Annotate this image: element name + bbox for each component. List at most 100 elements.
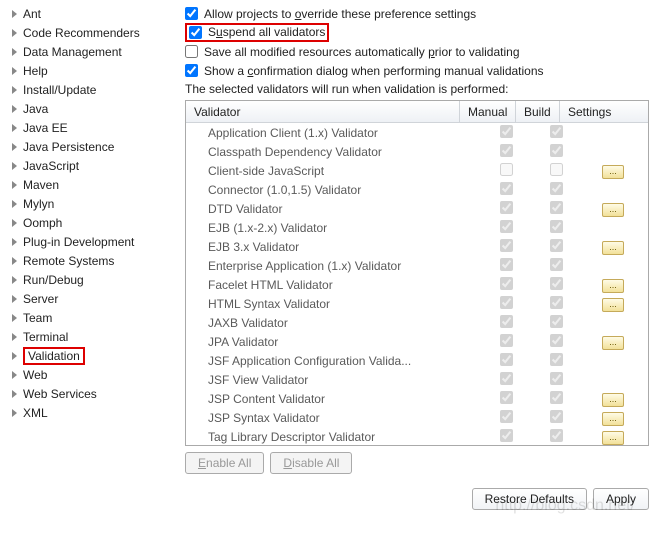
- manual-checkbox[interactable]: [500, 391, 513, 404]
- build-checkbox[interactable]: [550, 429, 563, 442]
- validator-name: Tag Library Descriptor Validator: [186, 430, 478, 444]
- tree-item-remote-systems[interactable]: Remote Systems: [6, 251, 175, 270]
- build-checkbox[interactable]: [550, 334, 563, 347]
- tree-item-xml[interactable]: XML: [6, 403, 175, 422]
- build-checkbox[interactable]: [550, 315, 563, 328]
- tree-item-code-recommenders[interactable]: Code Recommenders: [6, 23, 175, 42]
- settings-button[interactable]: ...: [602, 279, 624, 293]
- tree-item-validation[interactable]: Validation: [6, 346, 175, 365]
- build-checkbox[interactable]: [550, 144, 563, 157]
- table-row[interactable]: Enterprise Application (1.x) Validator: [186, 256, 648, 275]
- tree-item-ant[interactable]: Ant: [6, 4, 175, 23]
- tree-item-web-services[interactable]: Web Services: [6, 384, 175, 403]
- disable-all-button[interactable]: Disable All: [270, 452, 352, 474]
- settings-button[interactable]: ...: [602, 298, 624, 312]
- tree-item-java-ee[interactable]: Java EE: [6, 118, 175, 137]
- build-checkbox[interactable]: [550, 296, 563, 309]
- build-checkbox[interactable]: [550, 163, 563, 176]
- manual-checkbox[interactable]: [500, 125, 513, 138]
- manual-checkbox[interactable]: [500, 258, 513, 271]
- preferences-tree[interactable]: AntCode RecommendersData ManagementHelpI…: [0, 0, 175, 535]
- table-row[interactable]: JSP Content Validator...: [186, 389, 648, 408]
- manual-checkbox[interactable]: [500, 201, 513, 214]
- tree-item-label: Web: [23, 368, 47, 382]
- manual-checkbox[interactable]: [500, 220, 513, 233]
- tree-item-java[interactable]: Java: [6, 99, 175, 118]
- build-checkbox[interactable]: [550, 220, 563, 233]
- manual-checkbox[interactable]: [500, 163, 513, 176]
- tree-item-terminal[interactable]: Terminal: [6, 327, 175, 346]
- tree-item-team[interactable]: Team: [6, 308, 175, 327]
- tree-item-data-management[interactable]: Data Management: [6, 42, 175, 61]
- manual-checkbox[interactable]: [500, 296, 513, 309]
- settings-button[interactable]: ...: [602, 241, 624, 255]
- tree-item-java-persistence[interactable]: Java Persistence: [6, 137, 175, 156]
- manual-checkbox[interactable]: [500, 144, 513, 157]
- settings-button[interactable]: ...: [602, 431, 624, 445]
- manual-checkbox[interactable]: [500, 239, 513, 252]
- table-row[interactable]: Connector (1.0,1.5) Validator: [186, 180, 648, 199]
- enable-all-button[interactable]: Enable All: [185, 452, 264, 474]
- tree-item-plug-in-development[interactable]: Plug-in Development: [6, 232, 175, 251]
- table-row[interactable]: JSF View Validator: [186, 370, 648, 389]
- build-checkbox[interactable]: [550, 277, 563, 290]
- save-modified-checkbox[interactable]: [185, 45, 198, 58]
- manual-checkbox[interactable]: [500, 353, 513, 366]
- restore-defaults-button[interactable]: Restore Defaults: [472, 488, 587, 510]
- build-checkbox[interactable]: [550, 353, 563, 366]
- tree-item-oomph[interactable]: Oomph: [6, 213, 175, 232]
- build-checkbox[interactable]: [550, 182, 563, 195]
- settings-button[interactable]: ...: [602, 165, 624, 179]
- col-build[interactable]: Build: [516, 101, 560, 122]
- manual-checkbox[interactable]: [500, 334, 513, 347]
- suspend-validators-checkbox[interactable]: [189, 26, 202, 39]
- settings-button[interactable]: ...: [602, 203, 624, 217]
- build-checkbox[interactable]: [550, 410, 563, 423]
- build-checkbox[interactable]: [550, 372, 563, 385]
- table-row[interactable]: JSF Application Configuration Valida...: [186, 351, 648, 370]
- build-checkbox[interactable]: [550, 239, 563, 252]
- tree-item-install-update[interactable]: Install/Update: [6, 80, 175, 99]
- manual-checkbox[interactable]: [500, 277, 513, 290]
- tree-item-label: Plug-in Development: [23, 235, 134, 249]
- settings-button[interactable]: ...: [602, 412, 624, 426]
- tree-item-web[interactable]: Web: [6, 365, 175, 384]
- table-body[interactable]: Application Client (1.x) ValidatorClassp…: [186, 123, 648, 445]
- table-row[interactable]: EJB 3.x Validator...: [186, 237, 648, 256]
- settings-button[interactable]: ...: [602, 336, 624, 350]
- tree-item-maven[interactable]: Maven: [6, 175, 175, 194]
- table-row[interactable]: Client-side JavaScript...: [186, 161, 648, 180]
- tree-item-help[interactable]: Help: [6, 61, 175, 80]
- validator-name: JSF View Validator: [186, 373, 478, 387]
- table-row[interactable]: DTD Validator...: [186, 199, 648, 218]
- table-row[interactable]: JPA Validator...: [186, 332, 648, 351]
- build-checkbox[interactable]: [550, 391, 563, 404]
- col-manual[interactable]: Manual: [460, 101, 516, 122]
- manual-checkbox[interactable]: [500, 182, 513, 195]
- tree-item-javascript[interactable]: JavaScript: [6, 156, 175, 175]
- settings-button[interactable]: ...: [602, 393, 624, 407]
- tree-item-mylyn[interactable]: Mylyn: [6, 194, 175, 213]
- col-settings[interactable]: Settings: [560, 101, 630, 122]
- build-checkbox[interactable]: [550, 258, 563, 271]
- tree-item-server[interactable]: Server: [6, 289, 175, 308]
- build-checkbox[interactable]: [550, 125, 563, 138]
- manual-checkbox[interactable]: [500, 372, 513, 385]
- build-checkbox[interactable]: [550, 201, 563, 214]
- col-validator[interactable]: Validator: [186, 101, 460, 122]
- manual-checkbox[interactable]: [500, 410, 513, 423]
- table-row[interactable]: Classpath Dependency Validator: [186, 142, 648, 161]
- table-row[interactable]: HTML Syntax Validator...: [186, 294, 648, 313]
- allow-override-checkbox[interactable]: [185, 7, 198, 20]
- table-row[interactable]: Facelet HTML Validator...: [186, 275, 648, 294]
- manual-checkbox[interactable]: [500, 315, 513, 328]
- apply-button[interactable]: Apply: [593, 488, 649, 510]
- confirm-dialog-checkbox[interactable]: [185, 64, 198, 77]
- tree-item-run-debug[interactable]: Run/Debug: [6, 270, 175, 289]
- table-row[interactable]: JAXB Validator: [186, 313, 648, 332]
- table-row[interactable]: JSP Syntax Validator...: [186, 408, 648, 427]
- table-row[interactable]: Tag Library Descriptor Validator...: [186, 427, 648, 445]
- table-row[interactable]: EJB (1.x-2.x) Validator: [186, 218, 648, 237]
- manual-checkbox[interactable]: [500, 429, 513, 442]
- table-row[interactable]: Application Client (1.x) Validator: [186, 123, 648, 142]
